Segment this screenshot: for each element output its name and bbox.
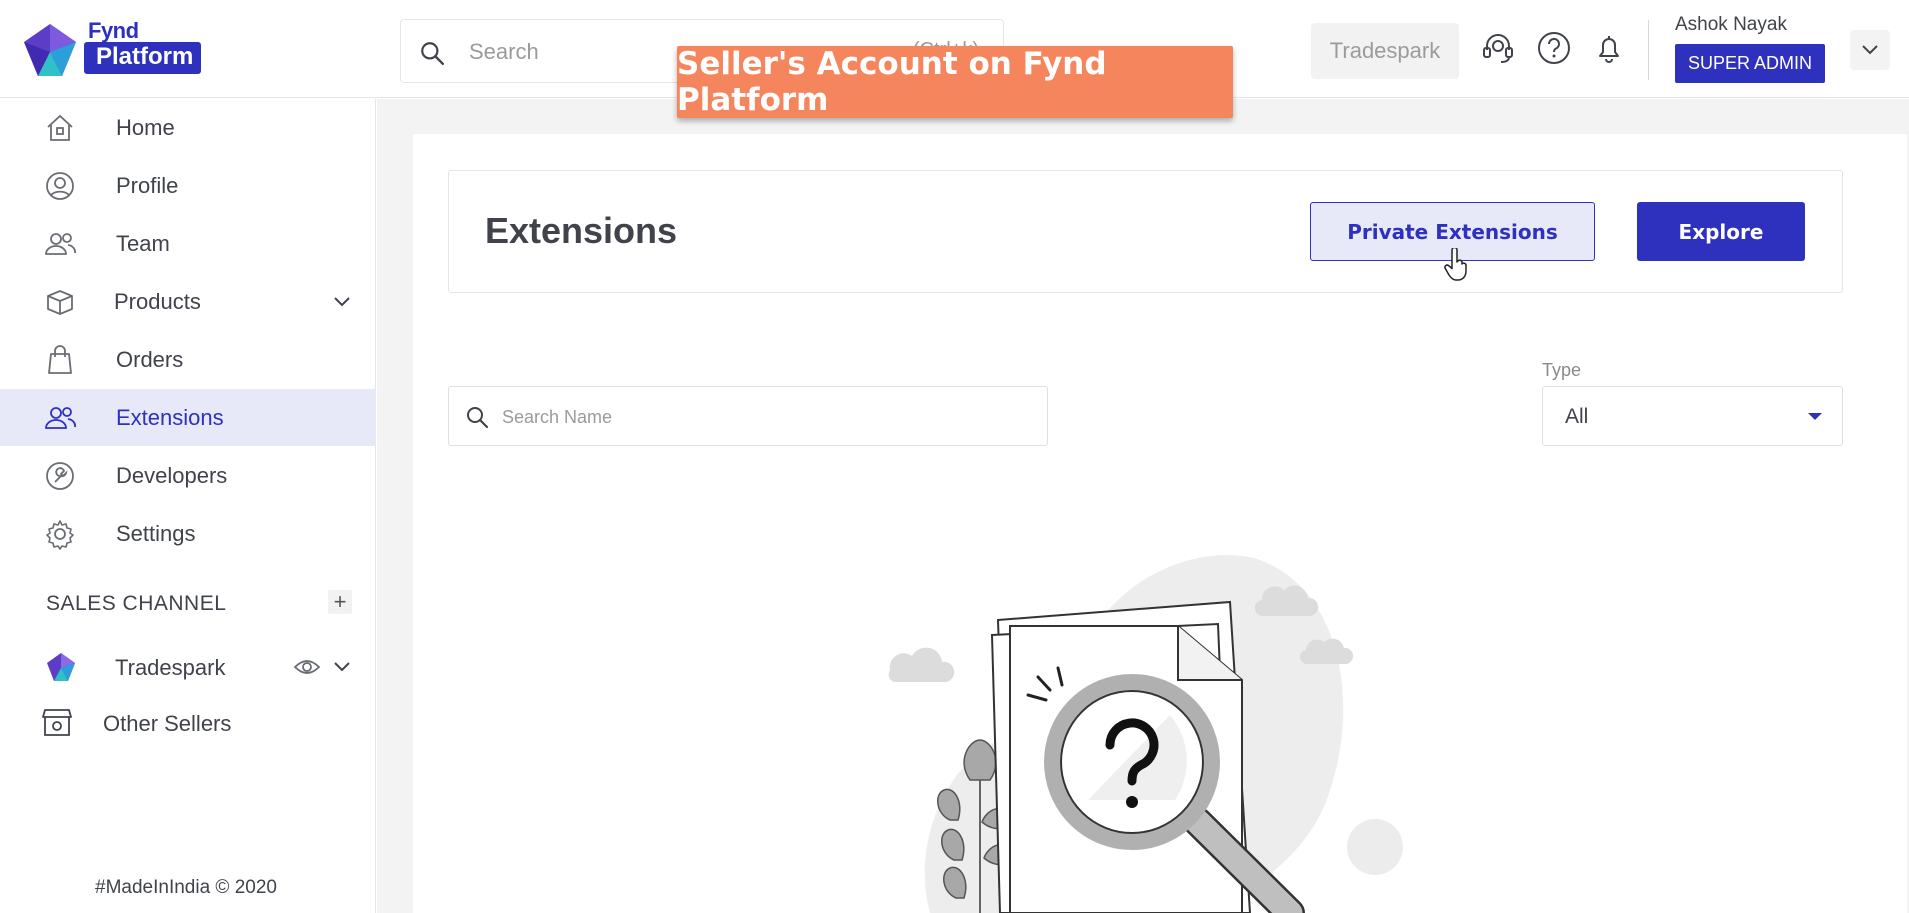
chevron-down-icon [1862, 45, 1878, 55]
hand-cursor-icon [1444, 248, 1467, 281]
chevron-down-icon[interactable] [332, 657, 352, 677]
eye-icon[interactable] [293, 656, 321, 678]
page-title: Extensions [485, 210, 678, 251]
channel-label: Tradespark [115, 655, 226, 680]
home-icon [47, 114, 73, 141]
caret-down-icon [1808, 413, 1822, 420]
help-icon[interactable] [1536, 30, 1572, 66]
sidebar-item-orders[interactable]: Orders [0, 331, 376, 388]
sidebar-item-team[interactable]: Team [0, 215, 376, 272]
header-divider [1648, 20, 1649, 80]
search-placeholder: Search [469, 39, 539, 64]
sidebar-item-label: Profile [116, 172, 179, 198]
sidebar-item-products[interactable]: Products [0, 273, 376, 330]
role-badge: SUPER ADMIN [1675, 44, 1825, 83]
team-icon [45, 233, 76, 255]
search-placeholder: Search Name [502, 407, 613, 427]
sidebar-item-developers[interactable]: Developers [0, 447, 376, 504]
fynd-logo-icon [24, 24, 76, 76]
sidebar-item-label: Team [116, 230, 170, 256]
box-icon [47, 290, 73, 315]
sidebar-item-label: Extensions [116, 404, 224, 430]
type-filter-label: Type [1542, 360, 1582, 380]
sidebar-item-home[interactable]: Home [0, 99, 376, 156]
bag-icon [48, 345, 72, 374]
sidebar-item-label: Orders [116, 346, 184, 372]
other-sellers-label: Other Sellers [103, 711, 232, 736]
store-icon [42, 709, 72, 736]
company-selector[interactable]: Tradespark [1311, 23, 1459, 79]
gear-icon [46, 520, 74, 550]
empty-state-illustration [888, 555, 1403, 913]
extensions-icon [45, 407, 76, 429]
type-filter-select[interactable]: All [1542, 386, 1843, 446]
sidebar: Home Profile Team Products Orders Extens… [0, 99, 376, 913]
sidebar-item-label: Developers [116, 462, 228, 488]
explore-button[interactable]: Explore [1637, 202, 1805, 261]
chevron-down-icon[interactable] [332, 292, 352, 312]
support-icon[interactable] [1480, 30, 1516, 66]
user-menu-toggle[interactable] [1850, 30, 1890, 70]
bell-icon[interactable] [1591, 30, 1627, 66]
add-sales-channel-button[interactable]: + [328, 589, 352, 614]
sidebar-item-tradespark[interactable]: Tradespark [0, 640, 376, 694]
overlay-banner: Seller's Account on Fynd Platform [677, 46, 1233, 118]
sidebar-item-label: Home [116, 114, 175, 140]
sidebar-item-other-sellers[interactable]: Other Sellers [0, 696, 376, 750]
wrench-icon [46, 462, 74, 490]
sidebar-item-label: Settings [116, 520, 196, 546]
type-filter-value: All [1565, 405, 1589, 428]
sidebar-item-profile[interactable]: Profile [0, 157, 376, 214]
search-icon [467, 407, 489, 429]
fynd-logo-icon [47, 653, 75, 681]
profile-icon [46, 172, 74, 200]
sidebar-item-extensions[interactable]: Extensions [0, 389, 376, 446]
logo-fynd-text: Fynd [88, 18, 139, 43]
logo-platform-text: Platform [84, 42, 202, 74]
search-icon [421, 42, 445, 66]
extension-search-input[interactable]: Search Name [448, 386, 1048, 446]
footer-note: #MadeInIndia © 2020 [95, 877, 277, 898]
sidebar-item-settings[interactable]: Settings [0, 505, 376, 562]
user-name: Ashok Nayak [1675, 14, 1787, 35]
fynd-platform-logo[interactable]: Fynd Platform [22, 18, 222, 78]
sales-channel-heading: SALES CHANNEL [46, 592, 227, 615]
sidebar-item-label: Products [114, 288, 201, 314]
